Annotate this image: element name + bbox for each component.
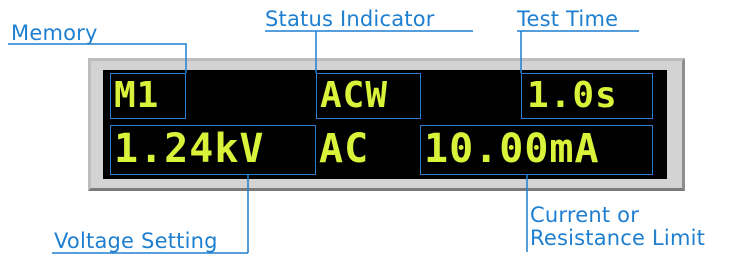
memory-leader: [8, 43, 187, 73]
leader-lines: [8, 30, 639, 254]
